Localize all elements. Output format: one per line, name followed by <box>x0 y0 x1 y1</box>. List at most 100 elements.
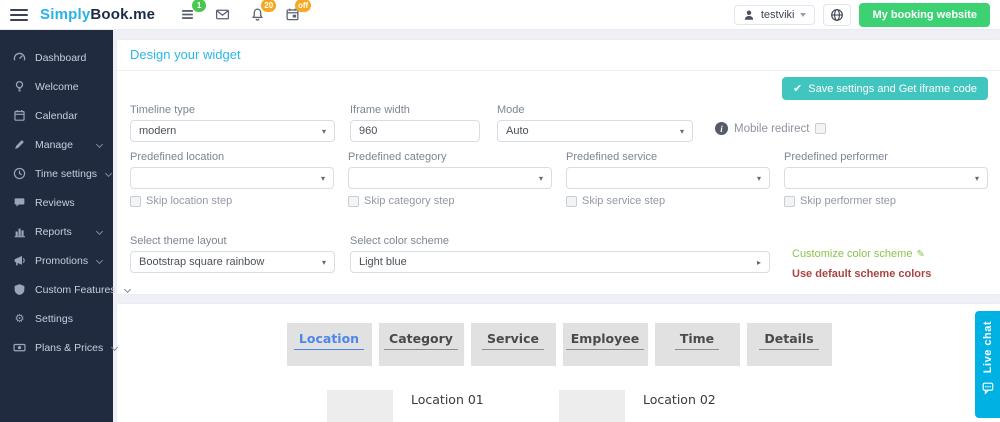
customize-color-scheme-link[interactable]: Customize color scheme✎ <box>792 248 931 260</box>
sidebar-nav: Dashboard Welcome Calendar Manage Time s… <box>0 30 113 422</box>
dropdown-arrow-icon: ▾ <box>322 127 326 136</box>
widget-settings-panel: Design your widget ✔Save settings and Ge… <box>117 40 1000 294</box>
mode-select[interactable]: Auto▾ <box>497 120 693 142</box>
sidebar-item-reports[interactable]: Reports <box>0 217 113 246</box>
simplybook-logo[interactable]: SimplyBook.me <box>40 6 155 23</box>
sidebar-item-custom-features[interactable]: Custom Features <box>0 275 113 304</box>
caret-down-icon <box>800 13 806 17</box>
preview-tab-location[interactable]: Location <box>287 323 372 366</box>
info-icon[interactable]: i <box>715 122 728 135</box>
skip-category-checkbox[interactable] <box>348 196 359 207</box>
preview-tab-category[interactable]: Category <box>379 323 464 366</box>
predefined-location-label: Predefined location <box>130 151 334 163</box>
location-name: Location 01 <box>411 392 484 422</box>
dropdown-arrow-icon: ▾ <box>975 174 979 183</box>
preview-tab-employee[interactable]: Employee <box>563 323 648 366</box>
dropdown-arrow-icon: ▾ <box>321 174 325 183</box>
calendar-badge: off <box>295 0 311 12</box>
my-booking-website-button[interactable]: My booking website <box>859 3 990 27</box>
skip-service-label: Skip service step <box>582 195 665 207</box>
sidebar-item-reviews[interactable]: Reviews <box>0 188 113 217</box>
user-menu[interactable]: testviki <box>734 5 816 25</box>
predefined-performer-label: Predefined performer <box>784 151 988 163</box>
timeline-type-select[interactable]: modern▾ <box>130 120 335 142</box>
skip-service-checkbox[interactable] <box>566 196 577 207</box>
location-name: Location 02 <box>643 392 716 422</box>
location-image-placeholder <box>559 390 625 422</box>
chevron-down-icon <box>96 141 103 148</box>
chevron-down-icon <box>96 257 103 264</box>
color-scheme-label: Select color scheme <box>350 235 770 247</box>
dropdown-arrow-icon: ▾ <box>539 174 543 183</box>
comments-icon <box>13 196 26 209</box>
skip-performer-checkbox[interactable] <box>784 196 795 207</box>
predefined-category-select[interactable]: ▾ <box>348 167 552 189</box>
predefined-performer-select[interactable]: ▾ <box>784 167 988 189</box>
color-scheme-select[interactable]: Light blue▸ <box>350 251 770 273</box>
notifications-bell-icon[interactable]: 20 <box>247 5 267 25</box>
page-title: Design your widget <box>117 40 1000 71</box>
sidebar-item-calendar[interactable]: Calendar <box>0 101 113 130</box>
sidebar-item-manage[interactable]: Manage <box>0 130 113 159</box>
lightbulb-icon <box>13 80 26 93</box>
live-chat-tab[interactable]: Live chat <box>975 311 1000 418</box>
gears-icon: ⚙ <box>13 313 26 324</box>
sidebar-item-promotions[interactable]: Promotions <box>0 246 113 275</box>
clock-icon <box>13 167 26 180</box>
chat-icon <box>980 381 995 396</box>
location-item: Location 01 Select location <box>327 390 559 422</box>
theme-layout-select[interactable]: Bootstrap square rainbow▾ <box>130 251 335 273</box>
predefined-location-select[interactable]: ▾ <box>130 167 334 189</box>
user-name: testviki <box>761 9 795 21</box>
dropdown-arrow-icon: ▸ <box>757 258 761 267</box>
mobile-redirect-label: Mobile redirect <box>734 123 809 135</box>
header-right-group: testviki My booking website <box>734 3 990 27</box>
predefined-service-label: Predefined service <box>566 151 770 163</box>
save-settings-button[interactable]: ✔Save settings and Get iframe code <box>782 77 988 100</box>
globe-icon <box>830 8 844 22</box>
email-icon[interactable] <box>212 5 232 25</box>
dropdown-arrow-icon: ▾ <box>680 127 684 136</box>
main-content: Design your widget ✔Save settings and Ge… <box>113 30 1000 422</box>
calendar-status-icon[interactable]: off <box>282 5 302 25</box>
skip-category-label: Skip category step <box>364 195 455 207</box>
dashboard-icon <box>13 51 26 64</box>
use-default-scheme-link[interactable]: Use default scheme colors <box>792 268 931 280</box>
preview-tab-time[interactable]: Time <box>655 323 740 366</box>
sidebar-item-dashboard[interactable]: Dashboard <box>0 43 113 72</box>
sidebar-item-welcome[interactable]: Welcome <box>0 72 113 101</box>
preview-tab-service[interactable]: Service <box>471 323 556 366</box>
dropdown-arrow-icon: ▾ <box>322 258 326 267</box>
mode-label: Mode <box>497 104 693 116</box>
mobile-redirect-checkbox[interactable] <box>815 123 826 134</box>
dropdown-arrow-icon: ▾ <box>757 174 761 183</box>
pencil-icon <box>13 138 26 151</box>
sidebar-item-time-settings[interactable]: Time settings <box>0 159 113 188</box>
skip-performer-label: Skip performer step <box>800 195 896 207</box>
iframe-width-input[interactable] <box>350 120 480 142</box>
predefined-service-select[interactable]: ▾ <box>566 167 770 189</box>
preview-tab-details[interactable]: Details <box>747 323 832 366</box>
shield-icon <box>13 283 26 296</box>
sidebar-item-settings[interactable]: ⚙ Settings <box>0 304 113 333</box>
header-icon-group: 1 20 off <box>177 5 302 25</box>
location-item: Location 02 Select location <box>559 390 791 422</box>
location-image-placeholder <box>327 390 393 422</box>
predefined-category-label: Predefined category <box>348 151 552 163</box>
chevron-down-icon <box>105 170 112 177</box>
preview-tabs: Location Category Service Employee Time … <box>117 323 1000 366</box>
hamburger-menu-icon[interactable] <box>10 9 28 21</box>
banknote-icon <box>13 341 26 354</box>
sidebar-item-plans-prices[interactable]: Plans & Prices <box>0 333 113 362</box>
top-header: SimplyBook.me 1 20 off testviki My booki… <box>0 0 1000 30</box>
iframe-width-label: Iframe width <box>350 104 480 116</box>
skip-location-checkbox[interactable] <box>130 196 141 207</box>
bar-chart-icon <box>13 225 26 238</box>
timeline-type-label: Timeline type <box>130 104 335 116</box>
check-icon: ✔ <box>793 82 802 95</box>
language-globe-button[interactable] <box>823 4 851 26</box>
bookings-list-icon[interactable]: 1 <box>177 5 197 25</box>
location-list: Location 01 Select location Location 02 … <box>117 390 1000 422</box>
bookings-badge: 1 <box>192 0 206 12</box>
pencil-icon: ✎ <box>916 249 924 260</box>
